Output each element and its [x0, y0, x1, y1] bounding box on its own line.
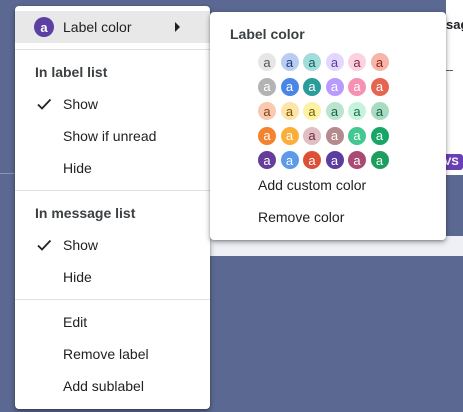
color-swatch[interactable]: a — [348, 151, 366, 169]
checkmark-icon — [37, 98, 52, 110]
color-swatch[interactable]: a — [325, 126, 344, 145]
color-swatch[interactable]: a — [370, 53, 389, 71]
color-swatch[interactable]: a — [303, 126, 321, 145]
menu-item-label: Label color — [63, 19, 132, 35]
color-swatch[interactable]: a — [303, 77, 321, 96]
message-list-heading: In message list — [35, 205, 136, 221]
color-swatch[interactable]: a — [258, 126, 276, 145]
submenu-arrow-icon — [175, 22, 180, 32]
color-swatch[interactable]: a — [370, 102, 389, 120]
color-swatch[interactable]: a — [303, 151, 321, 169]
color-swatch[interactable]: a — [348, 77, 366, 96]
menu-item-label: Show if unread — [63, 128, 157, 144]
color-swatch[interactable]: a — [258, 53, 276, 71]
label-options-menu: a Label color In label list Show Show if… — [15, 6, 210, 409]
color-swatch[interactable]: a — [258, 77, 276, 96]
background-divider — [0, 173, 15, 174]
add-custom-color-button[interactable]: Add custom color — [258, 177, 366, 193]
color-swatch[interactable]: a — [348, 102, 366, 120]
message-list-show[interactable]: Show — [15, 229, 210, 261]
background-dash — [446, 70, 453, 71]
color-swatch[interactable]: a — [325, 53, 344, 71]
color-swatch[interactable]: a — [280, 126, 299, 145]
color-swatch[interactable]: a — [325, 102, 344, 120]
menu-item-label: Hide — [63, 160, 92, 176]
label-list-heading: In label list — [35, 64, 108, 80]
color-swatch[interactable]: a — [325, 77, 344, 96]
remove-label-item[interactable]: Remove label — [15, 338, 210, 370]
label-list-show[interactable]: Show — [15, 88, 210, 120]
color-swatch[interactable]: a — [280, 151, 299, 169]
menu-item-label: Show — [63, 237, 99, 253]
color-swatch[interactable]: a — [370, 151, 389, 169]
background-heading-fragment: sag — [446, 17, 463, 32]
edit-label-item[interactable]: Edit — [15, 306, 210, 338]
label-list-show-if-unread[interactable]: Show if unread — [15, 120, 210, 152]
color-swatch[interactable]: a — [258, 151, 276, 169]
color-swatch[interactable]: a — [348, 53, 366, 71]
menu-divider — [15, 190, 210, 191]
color-swatch[interactable]: a — [303, 53, 321, 71]
message-list-hide[interactable]: Hide — [15, 261, 210, 293]
color-menu-title: Label color — [230, 26, 305, 42]
color-swatch[interactable]: a — [325, 151, 344, 169]
menu-item-label: Remove label — [63, 346, 149, 362]
color-swatch[interactable]: a — [258, 102, 276, 120]
menu-item-label: Add sublabel — [63, 378, 144, 394]
color-swatch[interactable]: a — [370, 77, 389, 96]
remove-color-button[interactable]: Remove color — [258, 209, 344, 225]
menu-item-label: Edit — [63, 314, 88, 330]
add-sublabel-item[interactable]: Add sublabel — [15, 370, 210, 402]
color-swatch[interactable]: a — [303, 102, 321, 120]
label-list-hide[interactable]: Hide — [15, 152, 210, 184]
color-swatch[interactable]: a — [370, 126, 389, 145]
menu-item-label-color[interactable]: a Label color — [15, 11, 210, 43]
color-swatch[interactable]: a — [280, 77, 299, 96]
color-swatch[interactable]: a — [348, 126, 366, 145]
checkmark-icon — [37, 239, 52, 251]
menu-divider — [15, 49, 210, 50]
menu-divider — [15, 299, 210, 300]
color-swatch[interactable]: a — [280, 102, 299, 120]
color-swatch[interactable]: a — [280, 53, 299, 71]
menu-item-label: Hide — [63, 269, 92, 285]
menu-item-label: Show — [63, 96, 99, 112]
label-color-submenu: Label color aaaaaaaaaaaaaaaaaaaaaaaaaaaa… — [210, 12, 446, 240]
label-avatar-icon: a — [34, 17, 54, 37]
